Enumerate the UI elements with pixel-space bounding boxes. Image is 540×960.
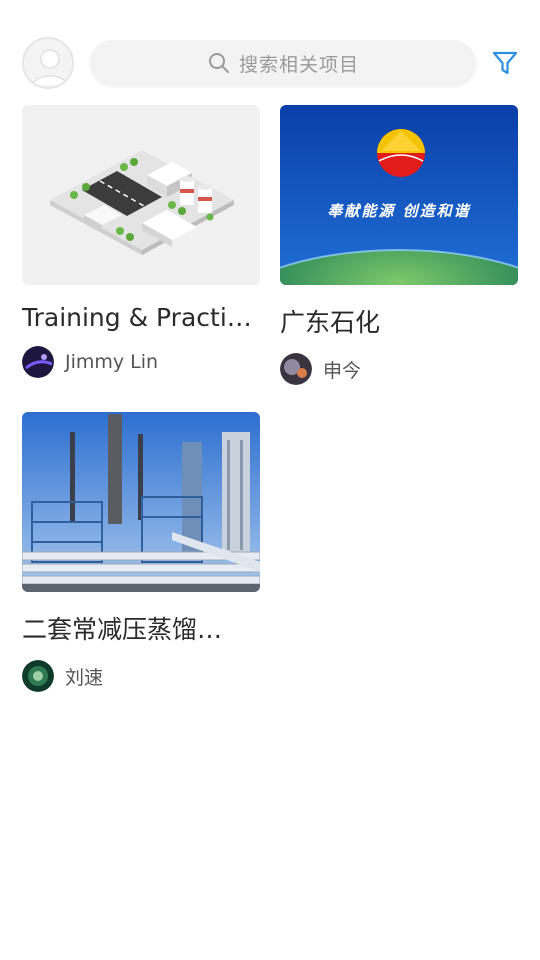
project-title[interactable]: 广东石化	[280, 303, 530, 339]
top-bar: 搜索相关项目	[0, 0, 540, 100]
author-avatar	[280, 353, 312, 385]
author-name: 申今	[323, 359, 362, 382]
filter-funnel-icon	[492, 51, 518, 75]
author-name: 刘速	[65, 666, 104, 689]
author-avatar	[22, 660, 54, 692]
project-title[interactable]: 二套常减压蒸馏…	[22, 610, 272, 646]
search-icon	[208, 53, 229, 73]
project-author: Jimmy Lin	[22, 346, 260, 378]
project-author: 申今	[280, 353, 518, 385]
project-card[interactable]: 二套常减压蒸馏… 刘速	[22, 412, 260, 692]
project-card[interactable]: Training & Practi… Jimmy Lin	[22, 105, 260, 378]
project-title[interactable]: Training & Practi…	[22, 303, 272, 332]
user-avatar-icon[interactable]	[22, 37, 74, 89]
author-name: Jimmy Lin	[65, 351, 159, 373]
project-thumbnail[interactable]	[22, 412, 260, 592]
author-avatar	[22, 346, 54, 378]
project-thumbnail[interactable]	[280, 105, 518, 285]
search-input[interactable]: 搜索相关项目	[90, 40, 476, 86]
project-author: 刘速	[22, 660, 260, 692]
filter-button[interactable]	[488, 46, 522, 80]
project-thumbnail[interactable]	[22, 105, 260, 285]
thumbnail-slogan: 奉献能源 创造和谐	[327, 202, 471, 220]
search-placeholder: 搜索相关项目	[238, 53, 359, 76]
project-card[interactable]: 广东石化 申今	[280, 105, 518, 385]
